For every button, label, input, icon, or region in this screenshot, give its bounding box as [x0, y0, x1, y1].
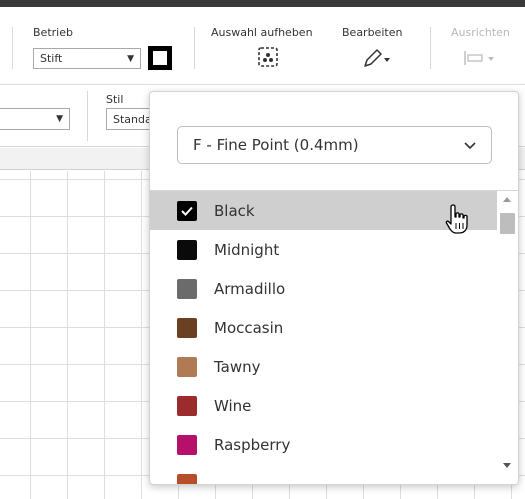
toolbar-divider — [87, 91, 88, 141]
toolbar-divider — [430, 27, 431, 69]
color-swatch — [177, 240, 197, 260]
pen-tip-value: F - Fine Point (0.4mm) — [193, 136, 359, 154]
color-item-label: Armadillo — [214, 279, 286, 298]
color-item-label: Raspberry — [214, 435, 291, 454]
pen-tip-select[interactable]: F - Fine Point (0.4mm) — [177, 126, 492, 164]
chevron-down-icon — [464, 142, 476, 150]
color-swatch — [177, 396, 197, 416]
size-select[interactable]: ▼ — [0, 108, 70, 130]
scroll-down-arrow-icon[interactable] — [503, 463, 511, 468]
color-item-midnight[interactable]: Midnight — [150, 230, 497, 269]
chevron-down-icon: ▼ — [127, 53, 134, 64]
hand-pointer-cursor-icon — [445, 204, 468, 234]
toolbar-divider — [12, 27, 13, 69]
ausrichten-label: Ausrichten — [451, 26, 510, 39]
align-icon — [464, 51, 494, 65]
edit-pencil-icon[interactable] — [362, 47, 392, 69]
color-list: Black Midnight Armadillo Moccasin Tawny … — [150, 191, 497, 484]
auswahl-aufheben-label: Auswahl aufheben — [211, 26, 313, 39]
betrieb-select[interactable]: Stift ▼ — [33, 48, 141, 69]
color-swatch — [177, 279, 197, 299]
pen-color-swatch-inner — [153, 51, 167, 65]
color-item-label: Wine — [214, 396, 252, 415]
color-item-label: Tawny — [214, 357, 261, 376]
color-item-partial[interactable] — [150, 464, 497, 484]
color-swatch — [177, 474, 197, 484]
betrieb-select-value: Stift — [40, 52, 63, 65]
color-item-moccasin[interactable]: Moccasin — [150, 308, 497, 347]
checkmark-icon — [181, 206, 193, 216]
color-item-label: Moccasin — [214, 318, 284, 337]
app-top-bar — [0, 0, 525, 7]
scroll-up-arrow-icon[interactable] — [503, 197, 511, 202]
betrieb-label: Betrieb — [33, 26, 73, 39]
color-swatch — [177, 435, 197, 455]
pen-color-button[interactable] — [148, 46, 172, 70]
color-item-wine[interactable]: Wine — [150, 386, 497, 425]
main-toolbar: Betrieb Stift ▼ Auswahl aufheben Bearbei… — [0, 7, 525, 85]
color-swatch — [177, 318, 197, 338]
color-item-tawny[interactable]: Tawny — [150, 347, 497, 386]
color-item-raspberry[interactable]: Raspberry — [150, 425, 497, 464]
scrollbar-thumb[interactable] — [500, 213, 515, 234]
chevron-down-icon: ▼ — [56, 114, 63, 124]
stil-label: Stil — [106, 93, 124, 106]
color-swatch — [177, 201, 197, 221]
color-swatch — [177, 357, 197, 377]
pen-color-dropdown: F - Fine Point (0.4mm) Black Midnight Ar… — [149, 91, 519, 485]
color-item-label: Midnight — [214, 240, 280, 259]
color-item-label: Black — [214, 201, 255, 220]
color-item-armadillo[interactable]: Armadillo — [150, 269, 497, 308]
deselect-icon[interactable] — [256, 45, 282, 71]
color-list-scrollbar[interactable] — [497, 191, 518, 484]
bearbeiten-label: Bearbeiten — [342, 26, 403, 39]
toolbar-divider — [194, 27, 195, 69]
